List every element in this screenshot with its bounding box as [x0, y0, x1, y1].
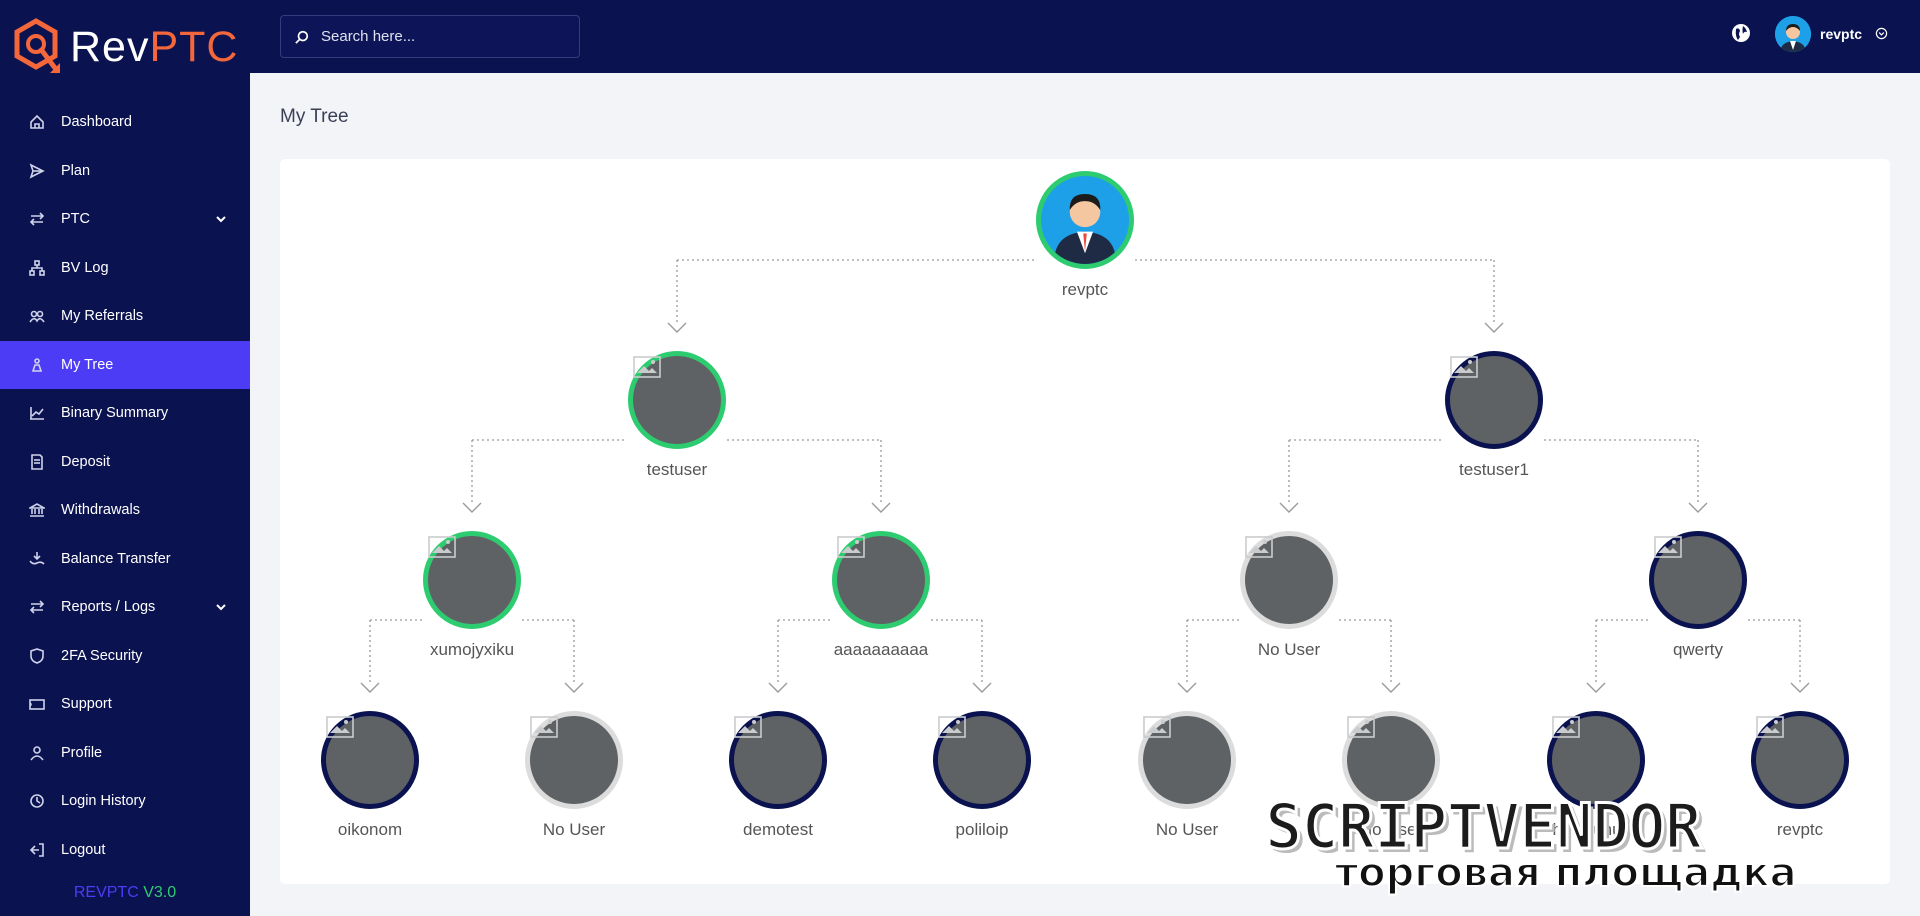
tree-node[interactable] — [1751, 711, 1849, 809]
sidebar-item-my-referrals[interactable]: My Referrals — [0, 292, 250, 341]
arrows-icon — [28, 210, 46, 228]
image-placeholder-icon — [326, 716, 354, 738]
sidebar-item-binary-summary[interactable]: Binary Summary — [0, 389, 250, 438]
logo-text: RevPTC — [70, 22, 239, 71]
sidebar-item-label: My Referrals — [61, 308, 144, 325]
chart-icon — [28, 404, 46, 422]
sidebar-item-2fa-security[interactable]: 2FA Security — [0, 632, 250, 681]
sidebar-item-label: 2FA Security — [61, 647, 143, 664]
home-icon — [28, 113, 46, 131]
transfer-icon — [28, 550, 46, 568]
version-label: REVPTC V3.0 — [73, 884, 177, 901]
search-box[interactable] — [280, 15, 580, 58]
sidebar-item-label: Login History — [61, 793, 146, 810]
image-placeholder-icon — [1756, 716, 1784, 738]
arrows-icon — [28, 598, 46, 616]
history-icon — [28, 792, 46, 810]
image-placeholder-icon — [1245, 536, 1273, 558]
image-placeholder-icon — [1654, 536, 1682, 558]
bank-icon — [28, 501, 46, 519]
tree-node[interactable] — [1649, 531, 1747, 629]
user-icon — [28, 744, 46, 762]
sidebar-item-reports-logs[interactable]: Reports / Logs — [0, 583, 250, 632]
sidebar-item-support[interactable]: Support — [0, 680, 250, 729]
tree-node[interactable] — [628, 351, 726, 449]
sidebar-item-dashboard[interactable]: Dashboard — [0, 98, 250, 147]
invoice-icon — [28, 453, 46, 471]
sidebar-item-plan[interactable]: Plan — [0, 147, 250, 196]
tree-node[interactable] — [832, 531, 930, 629]
chevron-down-icon[interactable] — [214, 212, 228, 226]
sidebar-item-label: Support — [61, 696, 112, 713]
sidebar-item-ptc[interactable]: PTC — [0, 195, 250, 244]
sidebar-item-label: Plan — [61, 162, 91, 179]
search-input[interactable] — [321, 28, 561, 45]
globe-icon[interactable] — [1730, 22, 1752, 44]
sidebar-item-bv-log[interactable]: BV Log — [0, 244, 250, 293]
sidebar: RevPTC Dashboard Plan PTC BV Log My Referral… — [0, 0, 250, 916]
tree-node[interactable] — [1547, 711, 1645, 809]
avatar[interactable] — [1775, 16, 1811, 52]
sidebar-item-label: Profile — [61, 744, 103, 761]
top-bar: revptc — [250, 0, 1920, 73]
sidebar-item-login-history[interactable]: Login History — [0, 777, 250, 826]
image-placeholder-icon — [1552, 716, 1580, 738]
search-icon — [295, 30, 309, 44]
sidebar-item-balance-transfer[interactable]: Balance Transfer — [0, 535, 250, 584]
shield-icon — [28, 647, 46, 665]
logo[interactable]: RevPTC — [10, 18, 238, 76]
image-placeholder-icon — [734, 716, 762, 738]
users-icon — [28, 307, 46, 325]
image-placeholder-icon — [1347, 716, 1375, 738]
image-placeholder-icon — [530, 716, 558, 738]
tree-node[interactable] — [1138, 711, 1236, 809]
tree-node[interactable] — [729, 711, 827, 809]
sidebar-item-label: PTC — [61, 211, 90, 228]
image-placeholder-icon — [1143, 716, 1171, 738]
sidebar-item-profile[interactable]: Profile — [0, 729, 250, 778]
tree-node[interactable] — [321, 711, 419, 809]
user-avatar-icon — [1041, 176, 1129, 264]
sitemap-icon — [28, 259, 46, 277]
sidebar-item-label: Reports / Logs — [61, 599, 156, 616]
send-icon — [28, 162, 46, 180]
sidebar-item-label: Logout — [61, 841, 106, 858]
sidebar-item-label: BV Log — [61, 259, 109, 276]
username-label[interactable]: revptc — [1820, 26, 1862, 42]
sidebar-item-label: Dashboard — [61, 114, 132, 131]
tree-node[interactable] — [1342, 711, 1440, 809]
image-placeholder-icon — [428, 536, 456, 558]
sidebar-item-deposit[interactable]: Deposit — [0, 438, 250, 487]
image-placeholder-icon — [837, 536, 865, 558]
image-placeholder-icon — [633, 356, 661, 378]
sidebar-item-logout[interactable]: Logout — [0, 826, 250, 875]
image-placeholder-icon — [1450, 356, 1478, 378]
user-avatar-icon — [1775, 16, 1811, 52]
ticket-icon — [28, 695, 46, 713]
tree-node[interactable] — [423, 531, 521, 629]
tree-icon — [28, 356, 46, 374]
sidebar-item-my-tree[interactable]: My Tree — [0, 340, 250, 389]
tree-node[interactable] — [933, 711, 1031, 809]
sidebar-item-label: Deposit — [61, 453, 111, 470]
tree-node[interactable] — [1445, 351, 1543, 449]
sidebar-menu: Dashboard Plan PTC BV Log My Referrals My Tre… — [0, 98, 250, 874]
tree-node[interactable] — [525, 711, 623, 809]
logout-icon — [28, 841, 46, 859]
sidebar-item-label: Binary Summary — [61, 405, 169, 422]
tree-root-node[interactable] — [1036, 171, 1134, 269]
sidebar-item-label: Balance Transfer — [61, 550, 171, 567]
sidebar-item-withdrawals[interactable]: Withdrawals — [0, 486, 250, 535]
sidebar-item-label: Withdrawals — [61, 502, 140, 519]
chevron-down-icon[interactable] — [214, 600, 228, 614]
page-title: My Tree — [280, 106, 349, 127]
revptc-logo-icon — [14, 18, 60, 74]
chevron-down-icon[interactable] — [1875, 27, 1888, 40]
image-placeholder-icon — [938, 716, 966, 738]
tree-node[interactable] — [1240, 531, 1338, 629]
sidebar-item-label: My Tree — [61, 356, 114, 373]
